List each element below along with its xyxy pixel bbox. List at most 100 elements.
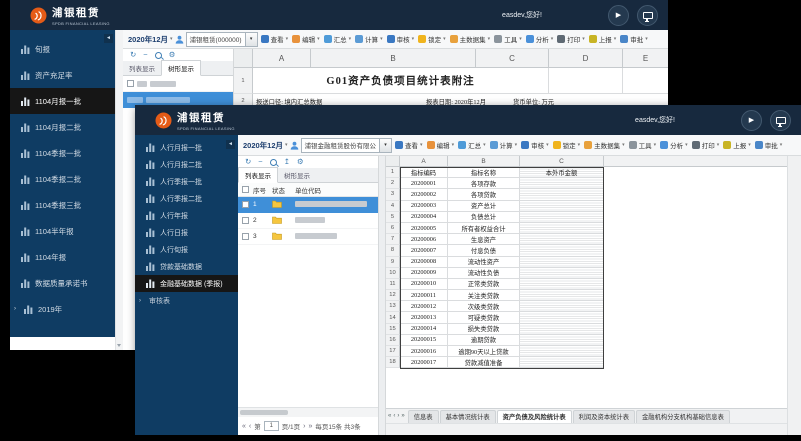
sheet-title-cell[interactable]: G01资产负债项目统计表附注: [253, 68, 549, 94]
toolbar-button-summary[interactable]: 汇总▾: [457, 139, 487, 151]
list-item[interactable]: [123, 76, 233, 92]
sheet-cell[interactable]: 20200009: [400, 268, 448, 279]
sheet-cell[interactable]: 付息负债: [448, 245, 520, 256]
prev-sheet-icon[interactable]: ‹: [393, 413, 395, 419]
sheet-cell[interactable]: [520, 245, 604, 256]
sheet-cell[interactable]: 流动性负债: [448, 268, 520, 279]
toolbar-button-edit[interactable]: 编辑▾: [426, 139, 456, 151]
toolbar-button-print[interactable]: 打印▾: [556, 33, 586, 45]
sheet-cell[interactable]: 20200010: [400, 279, 448, 290]
sheet-cell[interactable]: [520, 212, 604, 223]
sidebar-item-1104季报一批[interactable]: 1104季报一批: [10, 140, 115, 166]
sheet-cell[interactable]: 正常类贷款: [448, 279, 520, 290]
period-selector[interactable]: 2020年12月 ▾: [128, 34, 173, 45]
refresh-icon[interactable]: ↻: [130, 51, 136, 59]
sheet-cell[interactable]: [549, 68, 623, 94]
sheet-tab-资产负债及风险统计表[interactable]: 资产负债及风险统计表: [497, 410, 572, 423]
column-header-D[interactable]: D: [549, 49, 623, 67]
sheet-cell[interactable]: [520, 223, 604, 234]
sheet-cell[interactable]: [623, 68, 668, 94]
toolbar-button-view[interactable]: 查看▾: [394, 139, 424, 151]
column-header-C[interactable]: C: [476, 49, 549, 67]
row-checkbox[interactable]: [242, 201, 249, 208]
column-header-A[interactable]: A: [400, 156, 448, 166]
sheet-cell[interactable]: 可疑类贷款: [448, 312, 520, 323]
sheet-cell[interactable]: [520, 279, 604, 290]
monitor-icon[interactable]: [770, 110, 791, 131]
toolbar-button-master-data[interactable]: 主数据集▾: [449, 33, 492, 45]
sheet-cell[interactable]: 逾期90天以上贷款: [448, 346, 520, 357]
sidebar-item-1104季报二批[interactable]: 1104季报二批: [10, 166, 115, 192]
sheet-cell[interactable]: 20200006: [400, 234, 448, 245]
sheet-cell[interactable]: 指标编码: [400, 167, 448, 178]
sheet-cell[interactable]: 资产总计: [448, 201, 520, 212]
sheet-cell[interactable]: 流动性资产: [448, 257, 520, 268]
search-icon[interactable]: [270, 159, 277, 166]
sidebar-item-1104季报三批[interactable]: 1104季报三批: [10, 192, 115, 218]
toolbar-button-lock[interactable]: 锁定▾: [552, 139, 582, 151]
sheet-cell[interactable]: 本外币金额: [520, 167, 604, 178]
last-page-icon[interactable]: »: [309, 423, 313, 430]
sheet-cell[interactable]: 各项存款: [448, 178, 520, 189]
list-item[interactable]: 1: [238, 197, 378, 213]
sheet-tab-利润及资本统计表[interactable]: 利润及资本统计表: [573, 410, 635, 423]
sheet-cell[interactable]: 20200007: [400, 245, 448, 256]
sidebar-item-人行旬报[interactable]: 人行旬报: [135, 241, 238, 258]
select-all-checkbox[interactable]: [242, 186, 249, 193]
sidebar-item-旬报[interactable]: 旬报: [10, 36, 115, 62]
sheet-cell[interactable]: [520, 346, 604, 357]
sheet-cell[interactable]: 20200008: [400, 257, 448, 268]
toolbar-button-tools[interactable]: 工具▾: [493, 33, 523, 45]
vertical-scrollbar[interactable]: [787, 156, 801, 435]
first-page-icon[interactable]: «: [242, 423, 246, 430]
refresh-icon[interactable]: ↻: [245, 158, 251, 166]
sidebar-scrollbar[interactable]: [115, 30, 123, 350]
sheet-cell[interactable]: 20200015: [400, 335, 448, 346]
toolbar-button-upload[interactable]: 上报▾: [722, 139, 752, 151]
sheet-cell[interactable]: [520, 257, 604, 268]
column-header-status[interactable]: 状态: [272, 185, 295, 195]
toolbar-button-print[interactable]: 打印▾: [691, 139, 721, 151]
sheet-corner[interactable]: [234, 49, 253, 67]
toolbar-button-master-data[interactable]: 主数据集▾: [583, 139, 626, 151]
list-item[interactable]: 3: [238, 229, 378, 245]
sidebar-item-数据质量承诺书[interactable]: 数据质量承诺书: [10, 270, 115, 296]
monitor-icon[interactable]: [637, 5, 658, 26]
toolbar-button-view[interactable]: 查看▾: [260, 33, 290, 45]
column-header-E[interactable]: E: [623, 49, 668, 67]
toolbar-button-lock[interactable]: 锁定▾: [417, 33, 447, 45]
column-header-C[interactable]: C: [520, 156, 604, 166]
toolbar-button-analyze[interactable]: 分析▾: [659, 139, 689, 151]
sidebar-item-贷款基础数据[interactable]: 贷款基础数据: [135, 258, 238, 275]
sheet-cell[interactable]: 20200013: [400, 312, 448, 323]
sidebar-item-人行年报[interactable]: 人行年报: [135, 207, 238, 224]
panel-tab-列表显示[interactable]: 列表显示: [123, 61, 161, 75]
sheet-cell[interactable]: 20200003: [400, 201, 448, 212]
sheet-cell[interactable]: [520, 234, 604, 245]
panel-splitter[interactable]: [379, 156, 386, 435]
sheet-cell[interactable]: 各项贷款: [448, 189, 520, 200]
scrollbar-thumb[interactable]: [240, 410, 288, 415]
sheet-cell[interactable]: [520, 357, 604, 368]
panel-tab-列表显示[interactable]: 列表显示: [238, 167, 278, 183]
sheet-cell[interactable]: 次级类贷款: [448, 301, 520, 312]
settings-icon[interactable]: ⚙: [297, 158, 304, 166]
toolbar-button-approve[interactable]: 审批▾: [754, 139, 784, 151]
sheet-cell[interactable]: 20200012: [400, 301, 448, 312]
toolbar-button-summary[interactable]: 汇总▾: [323, 33, 353, 45]
sidebar-item-审核表[interactable]: ›审核表: [135, 292, 238, 309]
sheet-cell[interactable]: 20200005: [400, 223, 448, 234]
column-header-seq[interactable]: 序号: [253, 185, 272, 195]
sidebar-item-人行月报一批[interactable]: 人行月报一批: [135, 139, 238, 156]
sheet-cell[interactable]: 负债总计: [448, 212, 520, 223]
sidebar-item-人行日报[interactable]: 人行日报: [135, 224, 238, 241]
sidebar-item-人行季报二批[interactable]: 人行季报二批: [135, 190, 238, 207]
toolbar-button-upload[interactable]: 上报▾: [588, 33, 618, 45]
horizontal-scrollbar[interactable]: [238, 407, 378, 417]
toolbar-button-approve[interactable]: 审批▾: [619, 33, 649, 45]
sheet-cell[interactable]: 损失类贷款: [448, 324, 520, 335]
sheet-cell[interactable]: 20200017: [400, 357, 448, 368]
sidebar-collapse-button[interactable]: ◄: [104, 34, 113, 43]
row-checkbox[interactable]: [242, 233, 249, 240]
sidebar-item-1104月报二批[interactable]: 1104月报二批: [10, 114, 115, 140]
